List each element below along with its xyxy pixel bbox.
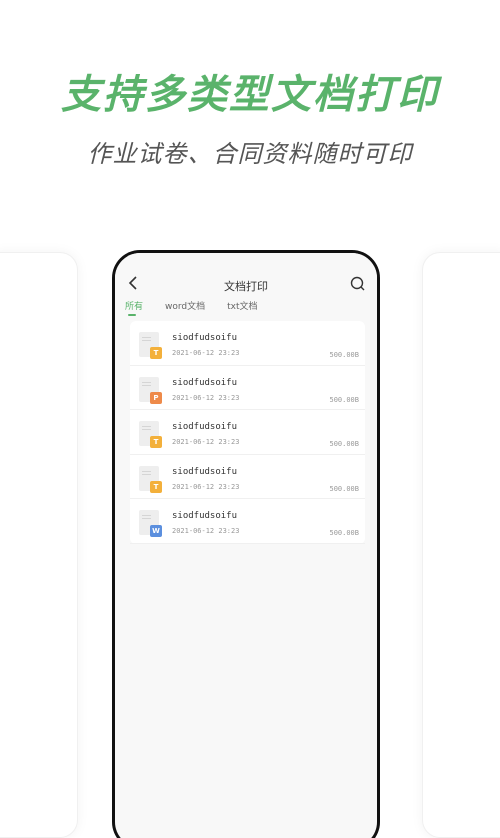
tab-word[interactable]: word文档	[165, 299, 205, 316]
screen-title: 文档打印	[224, 280, 268, 293]
file-list: T siodfudsoifu 2021-06-12 23:23 500.00B …	[130, 321, 365, 544]
file-type-badge: W	[150, 525, 162, 537]
file-size: 500.00B	[329, 351, 359, 359]
promo-headline: 支持多类型文档打印	[61, 72, 439, 118]
side-card-left	[0, 252, 78, 838]
file-type-badge: T	[150, 436, 162, 448]
file-date: 2021-06-12 23:23	[172, 438, 240, 446]
file-type-badge: P	[150, 391, 162, 404]
tab-all[interactable]: 所有	[125, 299, 143, 316]
phone-screen: 文档打印 所有 word文档 txt文档 T siodfudsoifu 2021…	[115, 253, 377, 838]
list-item[interactable]: P siodfudsoifu 2021-06-12 23:23 500.00B	[130, 366, 365, 410]
file-date: 2021-06-12 23:23	[172, 349, 240, 357]
promo-subline: 作业试卷、合同资料随时可印	[87, 140, 413, 168]
list-item[interactable]: T siodfudsoifu 2021-06-12 23:23 500.00B	[130, 321, 365, 366]
search-icon	[350, 276, 365, 291]
file-type-badge: T	[150, 480, 162, 493]
file-size: 500.00B	[329, 440, 359, 448]
file-name: siodfudsoifu	[172, 422, 238, 432]
file-size: 500.00B	[329, 529, 359, 537]
file-name: siodfudsoifu	[172, 333, 238, 343]
file-name: siodfudsoifu	[172, 511, 238, 521]
file-date: 2021-06-12 23:23	[172, 527, 240, 535]
file-type-badge: T	[150, 347, 162, 359]
file-name: siodfudsoifu	[172, 466, 238, 477]
file-date: 2021-06-12 23:23	[172, 482, 240, 491]
list-item[interactable]: T siodfudsoifu 2021-06-12 23:23 500.00B	[130, 410, 365, 455]
file-name: siodfudsoifu	[172, 377, 238, 388]
search-button[interactable]	[347, 273, 369, 295]
file-date: 2021-06-12 23:23	[172, 393, 240, 402]
file-size: 500.00B	[329, 484, 359, 493]
top-bar: 文档打印 所有 word文档 txt文档	[115, 253, 377, 316]
side-card-right	[422, 252, 500, 838]
tab-txt[interactable]: txt文档	[227, 299, 257, 316]
list-item[interactable]: T siodfudsoifu 2021-06-12 23:23 500.00B	[130, 455, 365, 499]
phone-frame: 文档打印 所有 word文档 txt文档 T siodfudsoifu 2021…	[112, 250, 380, 838]
file-size: 500.00B	[329, 395, 359, 404]
tab-bar: 所有 word文档 txt文档	[125, 299, 258, 316]
list-item[interactable]: W siodfudsoifu 2021-06-12 23:23 500.00B	[130, 499, 365, 544]
